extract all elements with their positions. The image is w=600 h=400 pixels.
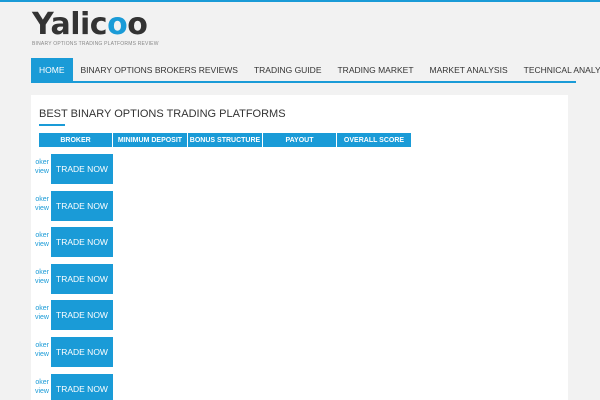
nav-item-trading-guide[interactable]: TRADING GUIDE (246, 58, 330, 81)
section-title: BEST BINARY OPTIONS TRADING PLATFORMS (39, 108, 286, 120)
table-row: oker view TRADE NOW (31, 191, 121, 221)
broker-review-link[interactable]: oker view (31, 341, 49, 359)
table-row: oker view TRADE NOW (31, 154, 121, 184)
logo-text: Yalicoo (32, 7, 148, 42)
table-row: oker view TRADE NOW (31, 337, 121, 367)
broker-review-link[interactable]: oker view (31, 268, 49, 286)
column-header-bonus-structure: BONUS STRUCTURE (188, 133, 263, 147)
table-row: oker view TRADE NOW (31, 374, 121, 400)
site-tagline: BINARY OPTIONS TRADING PLATFORMS REVIEW (32, 41, 159, 47)
trade-now-button[interactable]: TRADE NOW (51, 227, 113, 257)
top-accent-strip (0, 0, 600, 2)
column-header-minimum-deposit: MINIMUM DEPOSIT (113, 133, 188, 147)
column-header-overall-score: OVERALL SCORE (337, 133, 412, 147)
table-row: oker view TRADE NOW (31, 300, 121, 330)
nav-item-trading-market[interactable]: TRADING MARKET (329, 58, 421, 81)
site-logo[interactable]: Yalicoo BINARY OPTIONS TRADING PLATFORMS… (32, 7, 159, 48)
nav-item-binary-options-brokers-reviews[interactable]: BINARY OPTIONS BROKERS REVIEWS (73, 58, 246, 81)
column-header-broker: BROKER (39, 133, 113, 147)
trade-now-button[interactable]: TRADE NOW (51, 337, 113, 367)
trade-now-button[interactable]: TRADE NOW (51, 154, 113, 184)
nav-item-home[interactable]: HOME (31, 58, 73, 81)
trade-now-button[interactable]: TRADE NOW (51, 300, 113, 330)
trade-now-button[interactable]: TRADE NOW (51, 191, 113, 221)
broker-review-link[interactable]: oker view (31, 378, 49, 396)
trade-now-button[interactable]: TRADE NOW (51, 374, 113, 400)
column-header-payout: PAYOUT (263, 133, 337, 147)
nav-item-market-analysis[interactable]: MARKET ANALYSIS (422, 58, 516, 81)
broker-review-link[interactable]: oker view (31, 231, 49, 249)
broker-review-link[interactable]: oker view (31, 304, 49, 322)
main-nav: HOME BINARY OPTIONS BROKERS REVIEWS TRAD… (31, 58, 600, 83)
trade-now-button[interactable]: TRADE NOW (51, 264, 113, 294)
nav-item-technical-analysis[interactable]: TECHNICAL ANALYSIS (516, 58, 600, 81)
broker-review-link[interactable]: oker view (31, 158, 49, 176)
title-underline (39, 124, 65, 126)
table-row: oker view TRADE NOW (31, 264, 121, 294)
table-header: BROKER MINIMUM DEPOSIT BONUS STRUCTURE P… (39, 133, 412, 147)
main-content: BEST BINARY OPTIONS TRADING PLATFORMS BR… (31, 95, 568, 400)
broker-review-link[interactable]: oker view (31, 195, 49, 213)
table-row: oker view TRADE NOW (31, 227, 121, 257)
